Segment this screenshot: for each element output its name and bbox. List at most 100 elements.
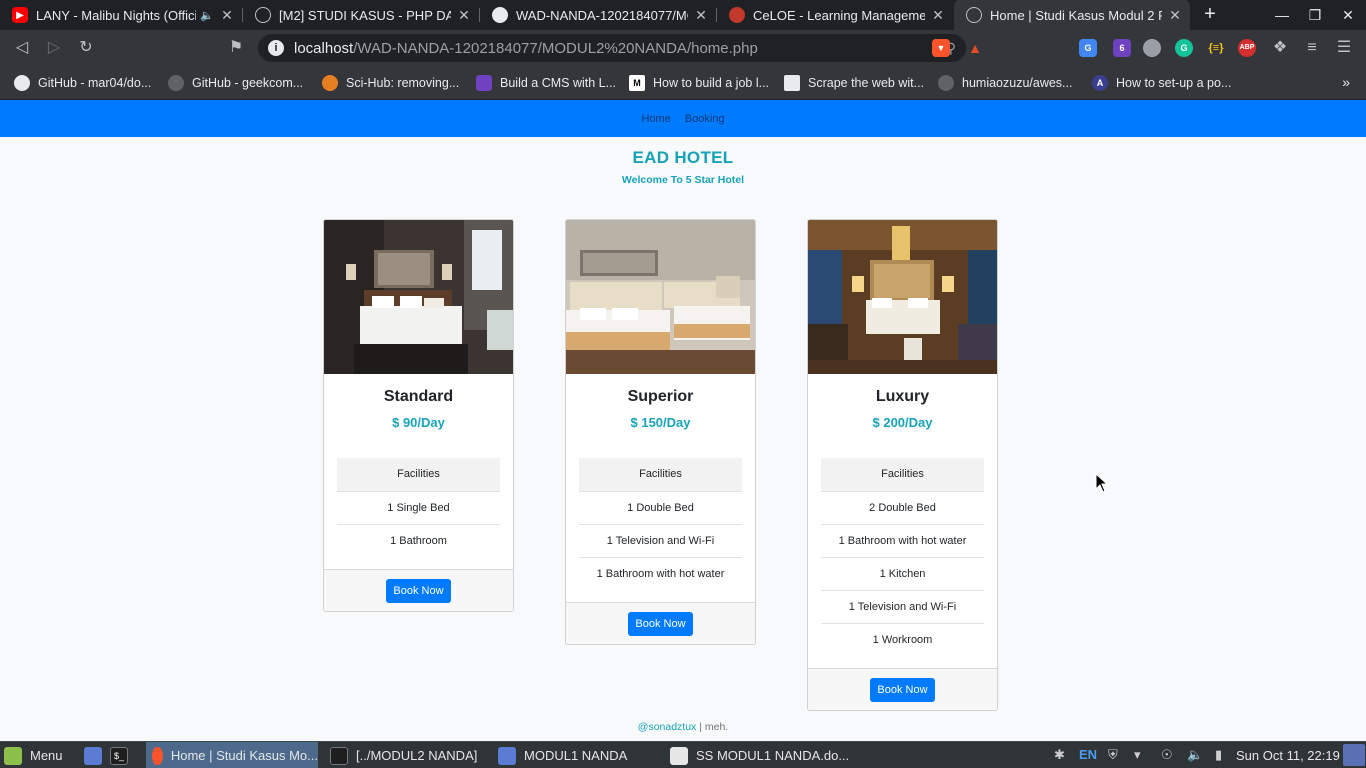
bookmark-item[interactable]: GitHub - mar04/do... (14, 74, 151, 92)
brave-rewards-icon[interactable]: ▲ (966, 39, 984, 57)
taskbar-window-terminal[interactable]: [../MODUL2 NANDA] (324, 742, 477, 768)
facility-item: 1 Double Bed (579, 491, 742, 524)
chevron-right-icon[interactable]: » (1342, 74, 1350, 90)
terminal-launcher[interactable]: $_ (110, 742, 136, 768)
facility-item: 1 Television and Wi-Fi (821, 590, 984, 623)
bookmark-label: How to set-up a po... (1116, 76, 1232, 90)
facilities-table: Facilities 2 Double Bed 1 Bathroom with … (821, 458, 984, 656)
puzzle-icon[interactable]: ❖ (1268, 36, 1292, 60)
card-footer: Book Now (324, 569, 513, 611)
room-card-superior: Superior $ 150/Day Facilities 1 Double B… (565, 219, 756, 645)
tab-title: CeLOE - Learning Management S (753, 7, 925, 23)
facilities-header: Facilities (337, 458, 500, 491)
shield-icon[interactable]: ⛨ (1108, 747, 1118, 763)
terminal-icon: $_ (110, 746, 128, 765)
lightbulb-icon[interactable]: ☉ (1161, 747, 1173, 763)
close-icon[interactable]: ✕ (1168, 7, 1182, 24)
globe-icon (255, 7, 271, 23)
keyboard-layout-indicator[interactable]: EN (1079, 747, 1097, 762)
bookmark-item[interactable]: Build a CMS with L... (476, 74, 616, 92)
book-now-button[interactable]: Book Now (628, 611, 693, 636)
taskbar-window-label: Home | Studi Kasus Mo... (170, 748, 318, 763)
bookmark-label: Build a CMS with L... (500, 76, 617, 90)
github-icon (14, 75, 30, 91)
book-now-button[interactable]: Book Now (870, 677, 935, 702)
close-icon[interactable]: ✕ (694, 7, 708, 24)
tab-studi-kasus[interactable]: [M2] STUDI KASUS - PHP DASAR ✕ (243, 0, 479, 30)
tab-github[interactable]: WAD-NANDA-1202184077/MOD ✕ (480, 0, 716, 30)
bookmark-item[interactable]: humiaozuzu/awes... (938, 74, 1072, 92)
bookmark-label: GitHub - geekcom... (192, 76, 304, 90)
scihub-icon (322, 75, 338, 91)
bookmark-label: Sci-Hub: removing... (346, 76, 460, 90)
json-viewer-icon[interactable]: {≡} (1207, 39, 1225, 57)
room-name: Luxury (875, 388, 930, 405)
minimize-button[interactable]: — (1266, 0, 1298, 30)
bookmark-icon[interactable]: ⚑ (224, 36, 248, 60)
start-menu-button[interactable]: Menu (4, 742, 63, 768)
wifi-icon[interactable]: ▾ (1134, 747, 1141, 763)
reload-button[interactable]: ↻ (74, 36, 98, 60)
bookmark-label: Scrape the web wit... (808, 76, 925, 90)
bookmark-item[interactable]: Sci-Hub: removing... (322, 74, 459, 92)
adblock-icon[interactable]: ABP (1238, 39, 1256, 57)
tab-title: [M2] STUDI KASUS - PHP DASAR (279, 7, 451, 23)
url-path: /WAD-NANDA-1202184077/MODUL2%20NANDA/hom… (353, 39, 758, 57)
battery-icon[interactable]: ▮ (1215, 747, 1222, 763)
bookmark-item[interactable]: GitHub - geekcom... (168, 74, 303, 92)
taskbar-window-label: [../MODUL2 NANDA] (356, 748, 478, 763)
new-tab-button[interactable]: + (1198, 3, 1222, 27)
folder-icon (498, 746, 516, 765)
nav-home-link[interactable]: Home (640, 113, 671, 125)
terminal-icon (330, 746, 348, 765)
grammarly-icon[interactable]: G (1175, 39, 1193, 57)
bookmark-item[interactable]: Scrape the web wit... (784, 74, 924, 92)
room-price: $ 90/Day (392, 415, 445, 430)
media-queue-icon[interactable]: ≡ (1300, 36, 1324, 60)
room-card-luxury: Luxury $ 200/Day Facilities 2 Double Bed… (807, 219, 998, 711)
tab-title: Home | Studi Kasus Modul 2 Pra (990, 7, 1162, 23)
book-now-button[interactable]: Book Now (386, 578, 451, 603)
youtube-icon: ▶ (12, 7, 28, 23)
speaker-icon[interactable]: 🔈 (200, 9, 214, 22)
site-navbar: Home Booking (0, 100, 1366, 137)
room-photo (566, 220, 755, 374)
bookmark-label: humiaozuzu/awes... (962, 76, 1073, 90)
window-close-button[interactable]: ✕ (1332, 0, 1364, 30)
bluetooth-icon[interactable]: ✱ (1054, 747, 1065, 763)
extension-badge-icon[interactable]: 6 (1113, 39, 1131, 57)
bookmark-item[interactable]: A How to set-up a po... (1092, 74, 1231, 92)
volume-icon[interactable]: 🔈 (1187, 747, 1203, 763)
tab-home-active[interactable]: Home | Studi Kasus Modul 2 Pra ✕ (954, 0, 1190, 30)
nav-booking-link[interactable]: Booking (684, 113, 726, 125)
maximize-button[interactable]: ❐ (1299, 0, 1331, 30)
room-photo (324, 220, 513, 374)
tab-celoe[interactable]: CeLOE - Learning Management S ✕ (717, 0, 953, 30)
address-bar[interactable]: i localhost/WAD-NANDA-1202184077/MODUL2%… (258, 34, 966, 62)
google-translate-icon[interactable]: G (1079, 39, 1097, 57)
facility-item: 1 Bathroom (337, 524, 500, 557)
info-icon[interactable]: i (268, 40, 284, 56)
show-desktop-button[interactable] (1343, 744, 1365, 766)
forward-button[interactable]: ▷ (42, 36, 66, 60)
extension-badge-count: 6 (1119, 43, 1125, 53)
close-icon[interactable]: ✕ (457, 7, 471, 24)
facilities-header: Facilities (821, 458, 984, 491)
browser-tab-strip: ▶ LANY - Malibu Nights (Official 🔈 ✕ [M2… (0, 0, 1366, 30)
taskbar-window-folder[interactable]: MODUL1 NANDA (492, 742, 627, 768)
footer-credit-link[interactable]: @sonadztux (638, 721, 697, 733)
extension-icon[interactable] (1143, 39, 1161, 57)
bookmark-item[interactable]: M How to build a job l... (629, 74, 769, 92)
tab-youtube[interactable]: ▶ LANY - Malibu Nights (Official 🔈 ✕ (0, 0, 242, 30)
close-icon[interactable]: ✕ (931, 7, 945, 24)
taskbar-window-browser[interactable]: Home | Studi Kasus Mo... (146, 742, 318, 768)
card-footer: Book Now (566, 602, 755, 644)
back-button[interactable]: ◁ (10, 36, 34, 60)
menu-icon[interactable]: ☰ (1332, 36, 1356, 60)
taskbar-window-document[interactable]: SS MODUL1 NANDA.do... (664, 742, 849, 768)
files-launcher[interactable] (84, 742, 110, 768)
brave-shield-icon[interactable]: ▼ (932, 39, 950, 57)
system-clock[interactable]: Sun Oct 11, 22:19 (1236, 742, 1340, 768)
close-icon[interactable]: ✕ (220, 7, 234, 24)
facilities-header: Facilities (579, 458, 742, 491)
